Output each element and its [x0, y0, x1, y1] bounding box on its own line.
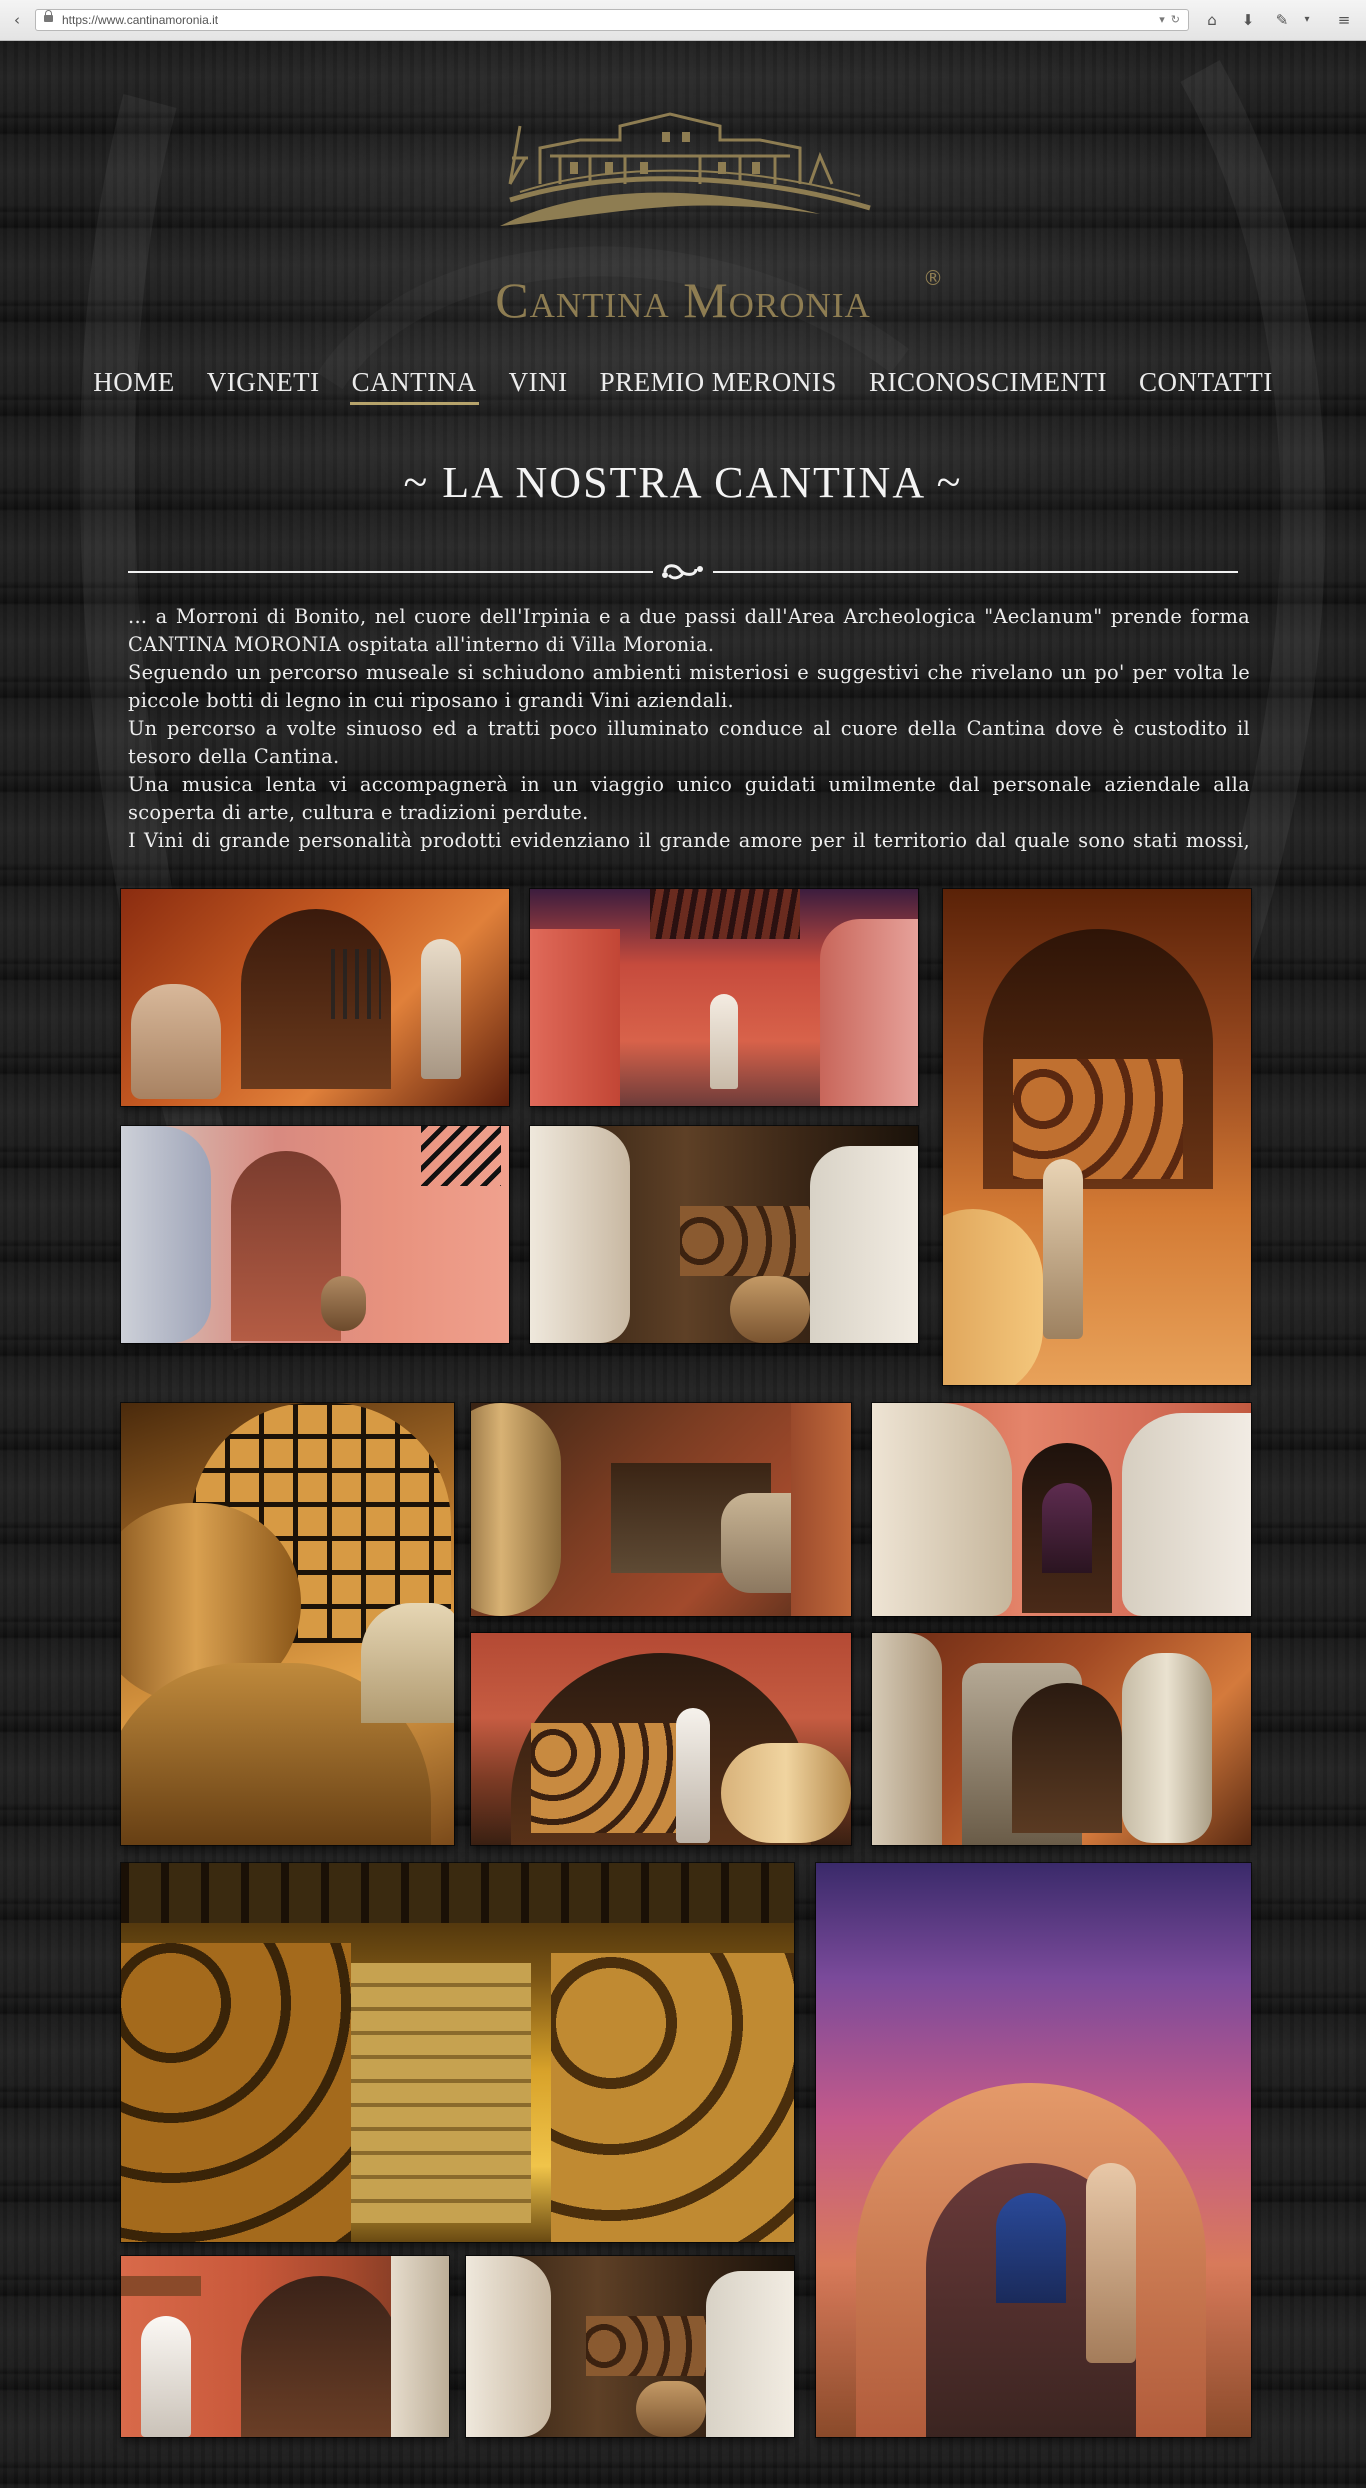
cantina-moronia-logo[interactable]: Cantina Moronia ® [400, 96, 966, 336]
gallery-photo[interactable] [471, 1633, 851, 1845]
paragraph: Seguendo un percorso museale si schiudon… [128, 661, 1250, 712]
villa-drawing-icon [500, 112, 871, 226]
cantina-description: ... a Morroni di Bonito, nel cuore dell'… [128, 603, 1250, 859]
nav-item-premio-meronis[interactable]: PREMIO MERONIS [598, 367, 839, 405]
home-icon[interactable]: ⌂ [1198, 9, 1226, 31]
nav-item-cantina[interactable]: CANTINA [349, 367, 479, 405]
extension-icon[interactable]: ✎ [1268, 9, 1296, 31]
nav-item-vini[interactable]: VINI [507, 367, 570, 405]
gallery-photo[interactable] [943, 889, 1251, 1385]
gallery-photo[interactable] [121, 1403, 454, 1845]
gallery-photo[interactable] [121, 889, 509, 1106]
nav-item-contatti[interactable]: CONTATTI [1137, 367, 1275, 405]
gallery-photo[interactable] [872, 1403, 1251, 1616]
gallery-photo[interactable] [471, 1403, 851, 1616]
nav-item-home[interactable]: HOME [91, 367, 177, 405]
download-icon[interactable]: ⬇ [1234, 9, 1262, 31]
paragraph: I Vini di grande personalità prodotti ev… [128, 829, 1250, 859]
url-text: https://www.cantinamoronia.it [62, 13, 219, 27]
browser-toolbar: ‹ https://www.cantinamoronia.it ▾ ↻ ⌂ ⬇ … [0, 0, 1366, 41]
paragraph: Una musica lenta vi accompagnerà in un v… [128, 773, 1250, 824]
page-title: ~ LA NOSTRA CANTINA ~ [403, 458, 963, 507]
gallery-photo[interactable] [530, 1126, 918, 1343]
gallery-photo[interactable] [466, 2256, 794, 2437]
lock-icon [44, 10, 53, 22]
paragraph: Un percorso a volte sinuoso ed a tratti … [128, 717, 1250, 768]
chevron-down-icon[interactable]: ▾ [1298, 9, 1316, 31]
registered-mark: ® [923, 266, 943, 290]
chevron-down-icon[interactable]: ▾ [1159, 10, 1165, 30]
address-bar[interactable]: https://www.cantinamoronia.it ▾ ↻ [35, 9, 1189, 31]
gallery-photo[interactable] [121, 1126, 509, 1343]
nav-item-vigneti[interactable]: VIGNETI [205, 367, 322, 405]
page: Cantina Moronia ® HOME VIGNETI CANTINA V… [0, 41, 1366, 2488]
back-arrow-icon[interactable]: ‹ [4, 9, 30, 31]
logo-wordmark: Cantina Moronia [495, 272, 871, 328]
ornamental-divider [128, 564, 1238, 580]
paragraph: ... a Morroni di Bonito, nel cuore dell'… [128, 605, 1250, 656]
gallery-photo[interactable] [872, 1633, 1251, 1845]
reload-icon[interactable]: ↻ [1171, 10, 1180, 30]
gallery-photo[interactable] [121, 1863, 794, 2242]
nav-item-riconoscimenti[interactable]: RICONOSCIMENTI [867, 367, 1109, 405]
gallery-photo[interactable] [816, 1863, 1251, 2437]
gallery-photo[interactable] [121, 2256, 449, 2437]
main-nav: HOME VIGNETI CANTINA VINI PREMIO MERONIS… [0, 367, 1366, 405]
gallery-photo[interactable] [530, 889, 918, 1106]
menu-icon[interactable]: ≡ [1330, 9, 1358, 31]
